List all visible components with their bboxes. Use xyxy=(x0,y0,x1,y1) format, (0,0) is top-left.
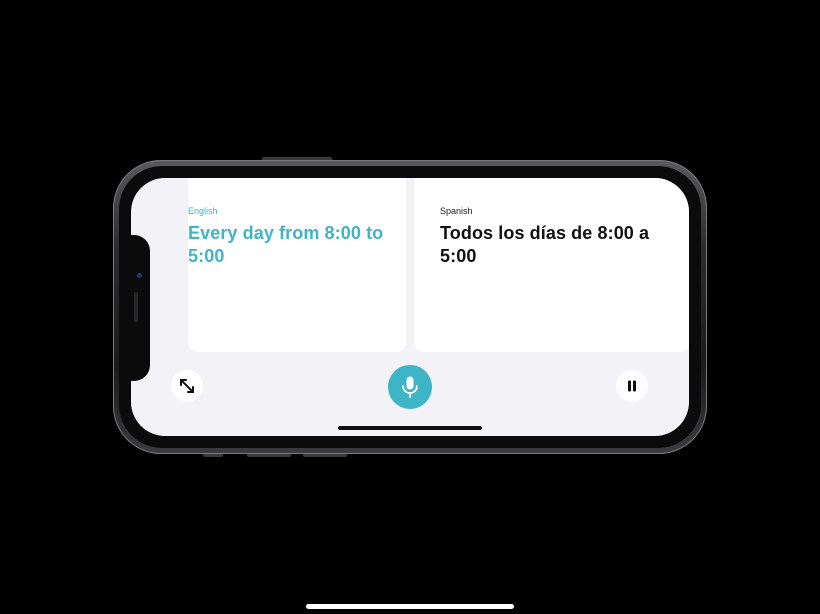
source-language-card[interactable]: English Every day from 8:00 to 5:00 xyxy=(188,178,406,352)
microphone-icon xyxy=(402,376,418,398)
front-camera xyxy=(137,273,142,278)
phone-home-indicator[interactable] xyxy=(338,426,482,430)
pause-button[interactable] xyxy=(616,370,648,402)
source-language-label: English xyxy=(188,206,218,216)
microphone-button[interactable] xyxy=(388,365,432,409)
expand-button[interactable] xyxy=(171,370,203,402)
target-language-label: Spanish xyxy=(440,206,473,216)
device-home-indicator[interactable] xyxy=(306,604,514,609)
expand-arrows-icon xyxy=(180,379,194,393)
source-phrase: Every day from 8:00 to 5:00 xyxy=(188,223,384,266)
earpiece-speaker xyxy=(134,292,138,322)
translate-app-screen: English Every day from 8:00 to 5:00 Span… xyxy=(131,178,689,436)
target-language-card[interactable]: Spanish Todos los días de 8:00 a 5:00 xyxy=(414,178,689,352)
translated-phrase: Todos los días de 8:00 a 5:00 xyxy=(440,223,650,266)
pause-icon xyxy=(628,380,636,392)
